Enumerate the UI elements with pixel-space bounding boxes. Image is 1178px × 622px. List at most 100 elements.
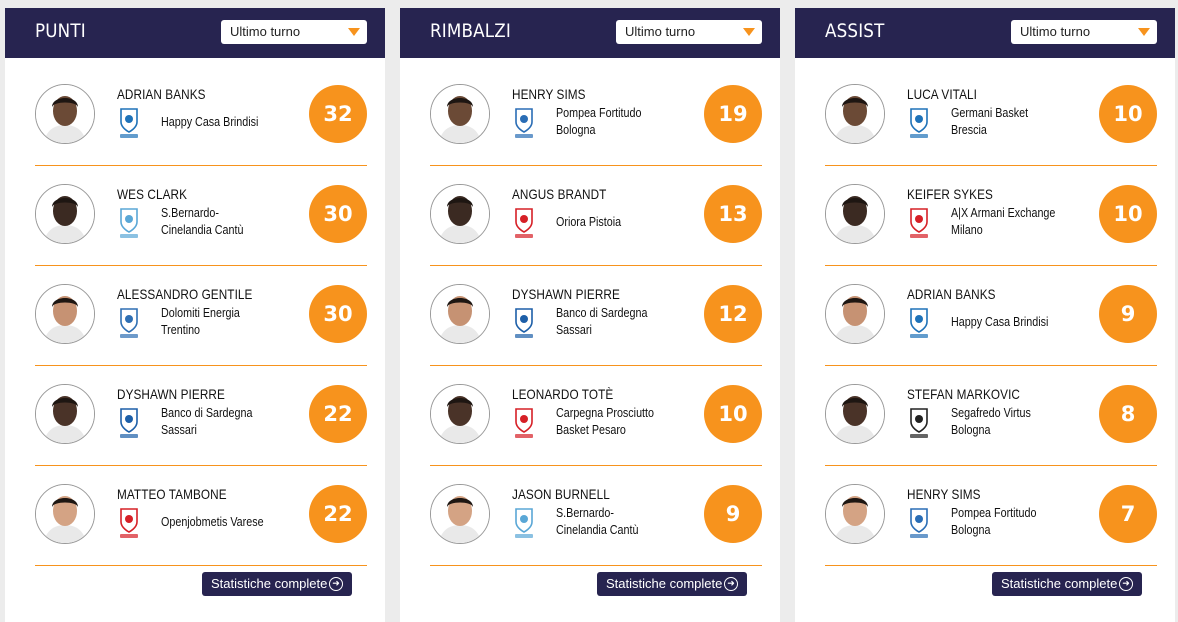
stat-value-badge: 22 [309,385,367,443]
team-name-line: A|X Armani Exchange [951,206,1056,220]
team-name-line: Openjobmetis Varese [161,515,264,529]
team-name: Germani Basket Brescia [951,105,1071,139]
team-name-line: Germani Basket [951,106,1029,120]
brescia-logo-icon [907,106,931,140]
player-photo [430,384,490,444]
team-name: S.Bernardo- Cinelandia Cantù [556,505,676,539]
round-select[interactable]: Ultimo turno [616,20,762,44]
team-name: Segafredo Virtus Bologna [951,405,1071,439]
pesaro-logo-icon [512,406,536,440]
full-stats-button[interactable]: Statistiche complete ➜ [202,572,352,596]
team-name: Banco di Sardegna Sassari [556,305,676,339]
full-stats-button[interactable]: Statistiche complete ➜ [992,572,1142,596]
leader-row[interactable]: HENRY SIMS Pompea Fortitudo Bologna 7 [825,466,1157,566]
player-name[interactable]: STEFAN MARKOVIC [907,386,1020,402]
team-name-line: Trentino [161,323,201,337]
player-name[interactable]: DYSHAWN PIERRE [512,286,620,302]
stat-value-badge: 9 [704,485,762,543]
team-name: Happy Casa Brindisi [161,114,281,131]
leader-row[interactable]: JASON BURNELL S.Bernardo- Cinelandia Cantù… [430,466,762,566]
team-name: Dolomiti Energia Trentino [161,305,281,339]
caret-down-icon [1138,28,1150,36]
leader-row[interactable]: DYSHAWN PIERRE Banco di Sardegna Sassari 12 [430,266,762,366]
fortitudo-logo-icon [907,506,931,540]
team-name-line: Cinelandia Cantù [556,523,639,537]
milano-logo-icon [907,206,931,240]
player-name[interactable]: ANGUS BRANDT [512,186,606,202]
player-photo [430,284,490,344]
leader-row[interactable]: DYSHAWN PIERRE Banco di Sardegna Sassari 22 [35,366,367,466]
varese-logo-icon [117,506,141,540]
player-name[interactable]: HENRY SIMS [907,486,981,502]
full-stats-label: Statistiche complete [606,576,723,591]
player-name[interactable]: WES CLARK [117,186,187,202]
virtus-logo-icon [907,406,931,440]
player-photo [35,84,95,144]
round-select-value: Ultimo turno [230,24,301,39]
round-select[interactable]: Ultimo turno [1011,20,1157,44]
team-name-line: Banco di Sardegna [161,406,253,420]
player-name[interactable]: ADRIAN BANKS [117,86,206,102]
team-name: A|X Armani Exchange Milano [951,205,1071,239]
player-name[interactable]: DYSHAWN PIERRE [117,386,225,402]
full-stats-button[interactable]: Statistiche complete ➜ [597,572,747,596]
stat-value-badge: 12 [704,285,762,343]
team-name: Pompea Fortitudo Bologna [556,105,676,139]
stat-value-badge: 30 [309,185,367,243]
arrow-right-circle-icon: ➜ [724,577,738,591]
leader-row[interactable]: MATTEO TAMBONE Openjobmetis Varese 22 [35,466,367,566]
leader-row[interactable]: HENRY SIMS Pompea Fortitudo Bologna 19 [430,66,762,166]
team-name-line: Basket Pesaro [556,423,626,437]
stat-value-badge: 19 [704,85,762,143]
player-name[interactable]: HENRY SIMS [512,86,586,102]
cantu-logo-icon [512,506,536,540]
sassari-logo-icon [117,406,141,440]
player-photo [430,484,490,544]
player-photo [430,184,490,244]
team-name-line: Happy Casa Brindisi [951,315,1049,329]
team-name: Carpegna Prosciutto Basket Pesaro [556,405,676,439]
leader-row[interactable]: LEONARDO TOTÈ Carpegna Prosciutto Basket P… [430,366,762,466]
player-photo [35,184,95,244]
stat-value-badge: 10 [1099,85,1157,143]
player-name[interactable]: MATTEO TAMBONE [117,486,227,502]
leader-row[interactable]: ADRIAN BANKS Happy Casa Brindisi 32 [35,66,367,166]
fortitudo-logo-icon [512,106,536,140]
leader-row[interactable]: KEIFER SYKES A|X Armani Exchange Milano 10 [825,166,1157,266]
team-name-line: Dolomiti Energia [161,306,240,320]
caret-down-icon [743,28,755,36]
player-name[interactable]: LEONARDO TOTÈ [512,386,613,402]
player-name[interactable]: ALESSANDRO GENTILE [117,286,252,302]
round-select[interactable]: Ultimo turno [221,20,367,44]
player-photo [35,384,95,444]
player-name[interactable]: JASON BURNELL [512,486,610,502]
player-name[interactable]: LUCA VITALI [907,86,977,102]
leader-row[interactable]: ANGUS BRANDT Oriora Pistoia 13 [430,166,762,266]
stat-value-badge: 13 [704,185,762,243]
leader-row[interactable]: LUCA VITALI Germani Basket Brescia 10 [825,66,1157,166]
leader-row[interactable]: STEFAN MARKOVIC Segafredo Virtus Bologna 8 [825,366,1157,466]
leader-row[interactable]: ADRIAN BANKS Happy Casa Brindisi 9 [825,266,1157,366]
leader-row[interactable]: ALESSANDRO GENTILE Dolomiti Energia Trenti… [35,266,367,366]
team-name-line: Sassari [556,323,592,337]
player-name[interactable]: ADRIAN BANKS [907,286,996,302]
sassari-logo-icon [512,306,536,340]
pistoia-logo-icon [512,206,536,240]
team-name-line: Bologna [951,423,991,437]
stat-value-badge: 30 [309,285,367,343]
player-photo [825,284,885,344]
team-name-line: Cinelandia Cantù [161,223,244,237]
stat-panel-2: ASSIST Ultimo turno LUCA VITALI Germani Bas… [795,8,1175,622]
team-name: Happy Casa Brindisi [951,314,1071,331]
brindisi-logo-icon [117,106,141,140]
brindisi-logo-icon [907,306,931,340]
player-photo [430,84,490,144]
player-name[interactable]: KEIFER SYKES [907,186,993,202]
stat-value-badge: 9 [1099,285,1157,343]
stat-value-badge: 22 [309,485,367,543]
leader-row[interactable]: WES CLARK S.Bernardo- Cinelandia Cantù 30 [35,166,367,266]
player-photo [825,484,885,544]
team-name-line: Happy Casa Brindisi [161,115,259,129]
team-name: Oriora Pistoia [556,214,676,231]
team-name: Banco di Sardegna Sassari [161,405,281,439]
